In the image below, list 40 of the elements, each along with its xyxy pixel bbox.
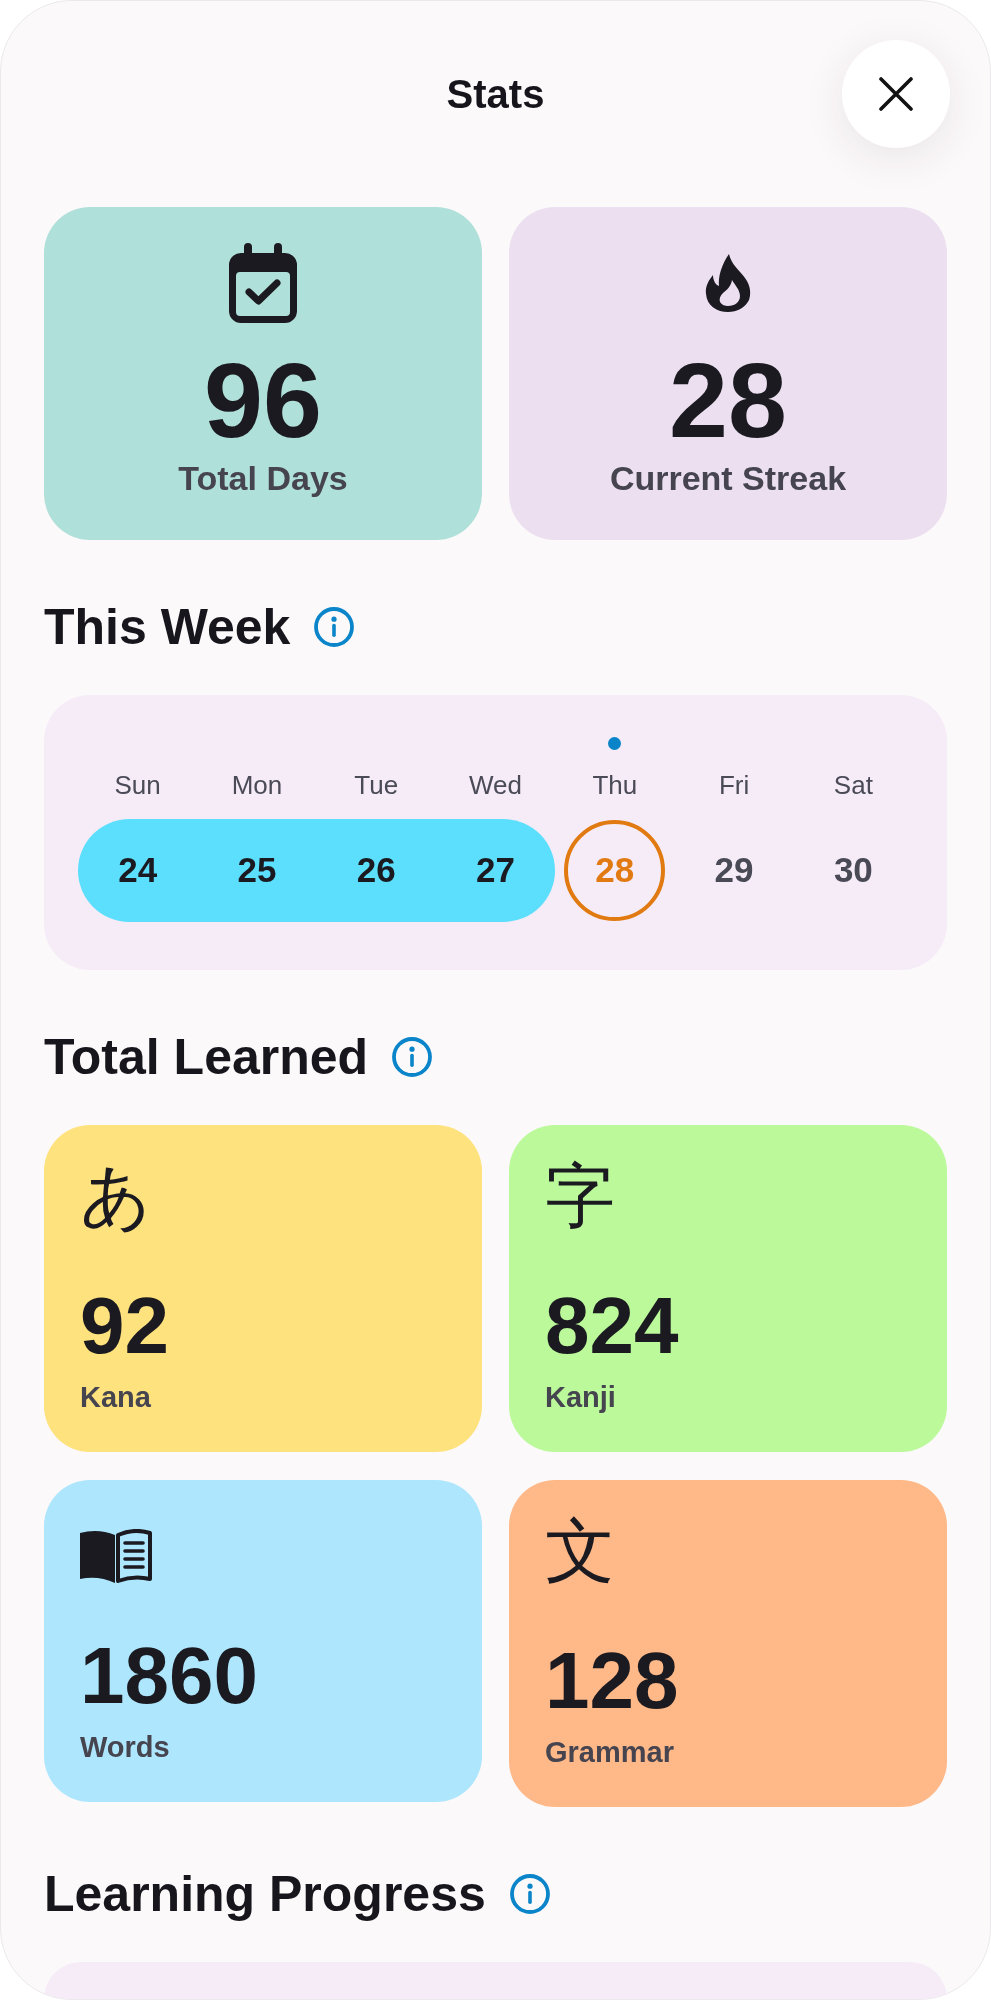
date-label: 29 (714, 849, 754, 892)
info-icon[interactable] (509, 1873, 550, 1914)
weekday-label: Sun (114, 769, 161, 801)
weekday-label: Fri (718, 769, 750, 801)
stat-label: Total Days (178, 458, 348, 499)
learned-count: 92 (80, 1286, 169, 1366)
date-label: 28 (564, 820, 666, 921)
weekday-label: Wed (469, 769, 522, 801)
weekday-label: Sat (833, 769, 873, 801)
date-label: 26 (356, 849, 396, 892)
info-icon[interactable] (314, 606, 355, 647)
learned-label: Grammar (545, 1734, 674, 1770)
date-label: 30 (833, 849, 873, 892)
learned-count: 128 (545, 1640, 679, 1721)
info-icon[interactable] (392, 1037, 433, 1077)
learned-count: 1860 (80, 1635, 258, 1716)
learned-label: Words (80, 1729, 170, 1765)
weekday-label: Tue (354, 769, 399, 801)
learned-label: Kanji (545, 1380, 616, 1415)
category-glyph: 文 (545, 1515, 615, 1588)
date-label: 25 (237, 849, 277, 892)
learned-label: Kana (80, 1380, 151, 1415)
date-label: 27 (476, 849, 515, 892)
flame-icon (705, 254, 751, 312)
category-glyph: 字 (545, 1161, 615, 1233)
stat-value: 96 (204, 347, 322, 453)
stat-label: Current Streak (609, 458, 847, 499)
section-title: Learning Progress (44, 1864, 486, 1924)
stat-value: 28 (669, 347, 787, 453)
section-title: This Week (44, 597, 291, 657)
weekday-label: Mon (231, 769, 283, 801)
date-label: 24 (118, 849, 158, 892)
screen-title: Stats (446, 71, 545, 118)
weekday-label: Thu (592, 769, 638, 801)
category-glyph: あ (80, 1161, 152, 1233)
close-icon (879, 77, 913, 111)
section-title: Total Learned (44, 1028, 369, 1087)
book-icon (80, 1528, 153, 1583)
calendar-check-icon (229, 243, 297, 323)
learned-count: 824 (545, 1286, 679, 1366)
